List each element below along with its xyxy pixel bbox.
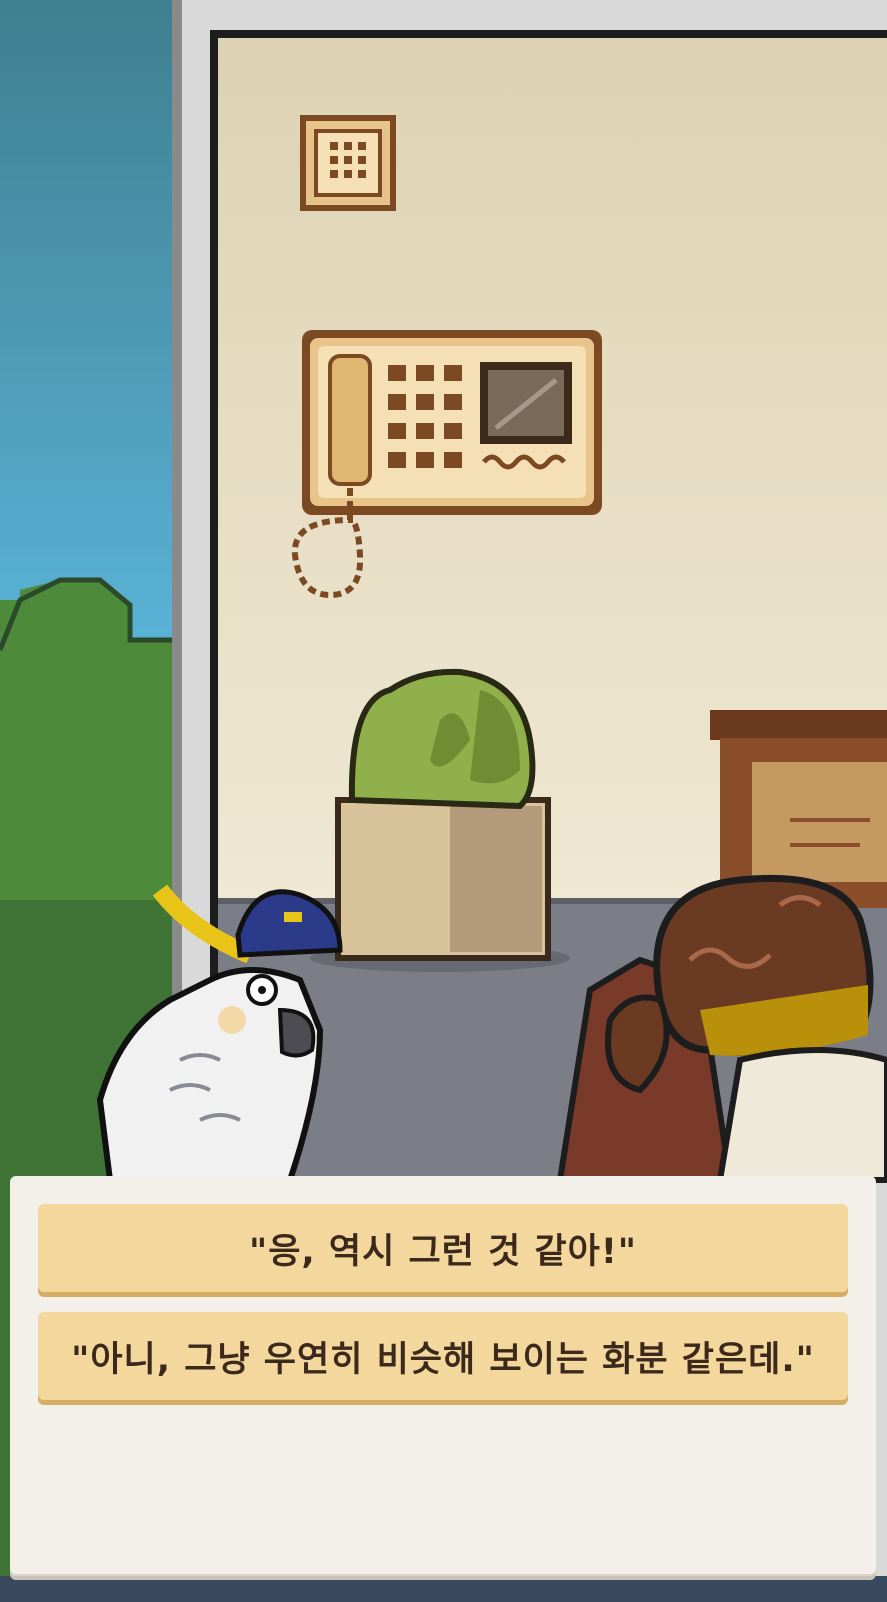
choice-button-yes[interactable]: "응, 역시 그런 것 같아!" (38, 1204, 848, 1292)
intercom-panel-icon[interactable] (300, 115, 396, 211)
dialog-choice-panel: "응, 역시 그런 것 같아!" "아니, 그냥 우연히 비슷해 보이는 화분 … (10, 1176, 876, 1576)
choice-button-no[interactable]: "아니, 그냥 우연히 비슷해 보이는 화분 같은데." (38, 1312, 848, 1400)
